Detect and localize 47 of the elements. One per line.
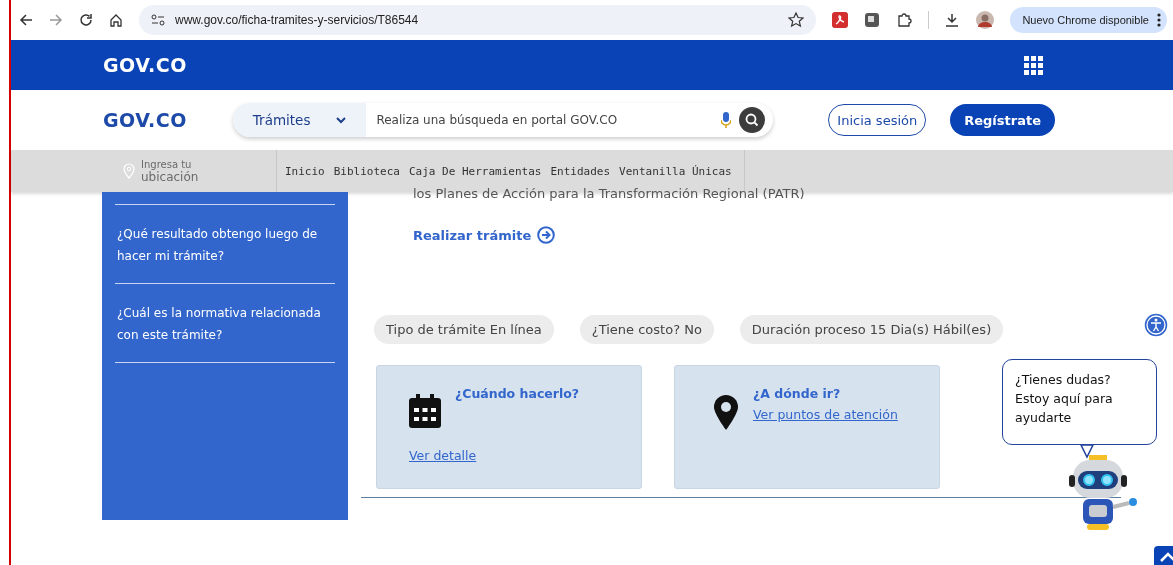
calendar-icon [409,394,441,428]
sidebar-link[interactable]: ¿Cuál es la normativa relacionada con este trámite? [115,284,335,362]
location-pin-icon [713,394,739,430]
site-logo[interactable]: GOV.CO [103,109,187,131]
nav-link[interactable]: Ventanilla Únicas [619,164,732,178]
home-icon[interactable] [109,13,123,27]
intro-text: los Planes de Acción para la Transformación Regional (PATR) [413,186,806,200]
download-icon[interactable] [944,12,961,28]
update-chrome-button[interactable]: Nuevo Chrome disponible [1010,7,1167,33]
sidebar-link[interactable]: ¿Qué resultado obtengo luego de hacer mi trámite? [115,205,335,283]
nav-link[interactable]: Inicio [285,164,325,178]
location-label[interactable]: Ingresa tu [141,159,199,171]
action-link[interactable]: Realizar trámite [413,226,1173,244]
search-icon[interactable] [738,107,765,133]
microphone-icon[interactable] [720,112,731,128]
arrow-circle-icon [537,226,556,244]
site-logo[interactable]: GOV.CO [103,54,187,76]
chevron-down-icon [336,116,347,124]
card-link[interactable]: Ver puntos de atención [753,407,898,422]
nav-link[interactable]: Entidades [550,164,611,178]
category-dropdown[interactable]: Trámites [232,103,367,137]
card-title: ¿A dónde ir? [753,386,842,401]
info-tag: ¿Tiene costo? No [579,315,714,344]
reload-icon[interactable] [79,13,93,27]
card-link[interactable]: Ver detalle [409,448,477,463]
extension-icon[interactable] [863,12,880,28]
chat-bubble[interactable]: ¿Tienes dudas? Estoy aquí para ayudarte [1002,359,1157,445]
more-icon[interactable] [1157,13,1161,27]
info-tag: Tipo de trámite En línea [374,315,554,344]
avatar-icon[interactable] [976,11,995,29]
register-button[interactable]: Regístrate [950,104,1055,136]
info-tag: Duración proceso 15 Dia(s) Hábil(es) [739,315,1004,344]
pdf-icon[interactable] [831,12,848,28]
forward-icon[interactable] [49,13,63,27]
star-icon[interactable] [787,12,804,28]
nav-link[interactable]: Biblioteca [333,164,400,178]
login-button[interactable]: Inicia sesión [828,104,927,136]
url-text[interactable]: www.gov.co/ficha-tramites-y-servicios/T86544 [175,13,419,27]
nav-link[interactable]: Caja De Herramientas [409,164,542,178]
chat-message: ¿Tienes dudas? Estoy aquí para ayudarte [1015,371,1114,427]
site-settings-icon[interactable] [151,14,165,26]
card-title: ¿Cuándo hacerlo? [455,386,580,401]
puzzle-icon[interactable] [895,12,912,28]
back-icon[interactable] [19,13,33,27]
location-label[interactable]: ubicación [141,171,199,183]
accessibility-icon[interactable] [1143,312,1169,338]
apps-grid-icon[interactable] [1024,55,1043,75]
